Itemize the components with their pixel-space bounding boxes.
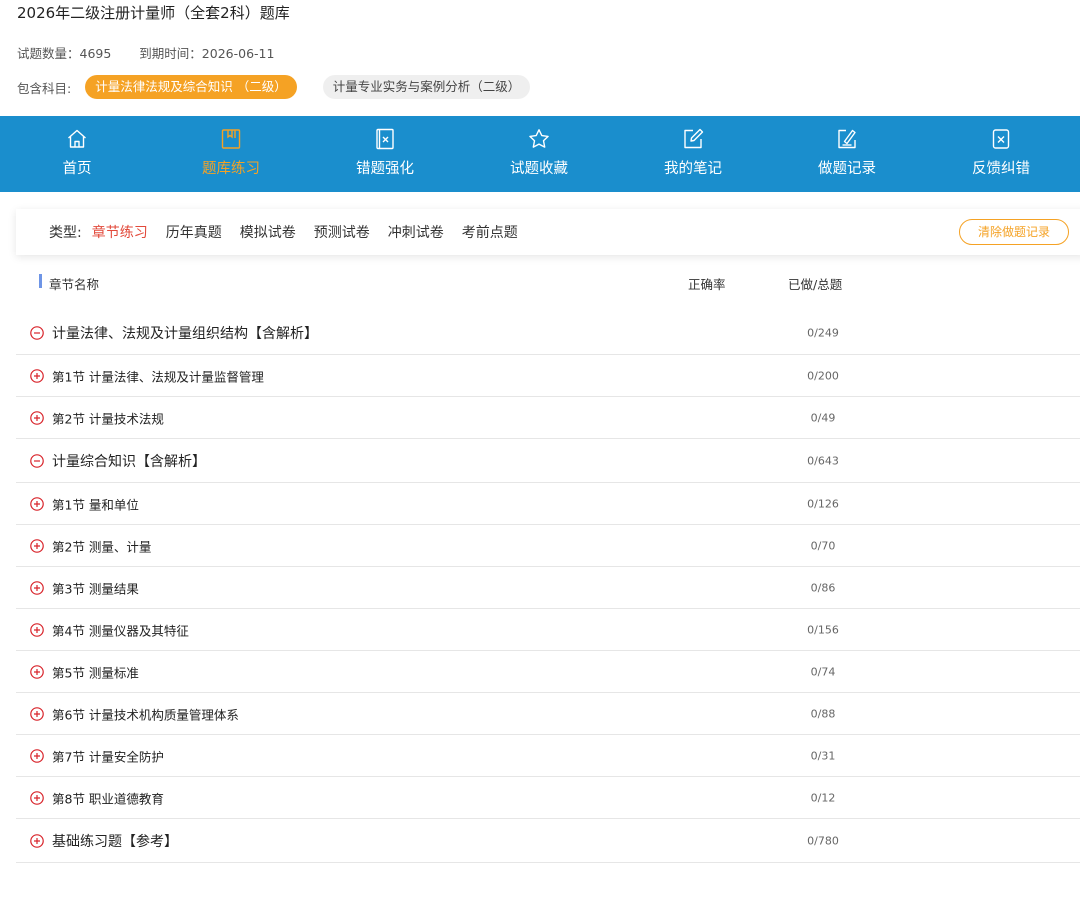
nav-favorites-label: 试题收藏: [510, 161, 568, 177]
section-row[interactable]: 第2节 测量、计量 0/70: [16, 525, 1080, 567]
done-total-count: 0/780: [807, 834, 839, 847]
home-icon: [68, 129, 86, 148]
section-name[interactable]: 第7节 计量安全防护: [52, 746, 164, 765]
type-filter-bar: 类型: 章节练习 历年真题 模拟试卷 预测试卷 冲刺试卷 考前点题 清除做题记录: [16, 209, 1080, 255]
record-icon: [838, 129, 856, 149]
done-total-count: 0/88: [810, 707, 836, 720]
section-row[interactable]: 第3节 测量结果 0/86: [16, 567, 1080, 609]
star-icon: [529, 129, 549, 148]
done-total-count: 0/74: [810, 665, 836, 678]
exam-meta: 试题数量：4695 到期时间：2026-06-11: [17, 43, 298, 62]
tab-past-exams[interactable]: 历年真题: [166, 222, 222, 242]
expand-plus-icon[interactable]: [30, 748, 44, 763]
done-total-count: 0/249: [807, 326, 839, 339]
section-row[interactable]: 第6节 计量技术机构质量管理体系 0/88: [16, 693, 1080, 735]
expand-plus-icon[interactable]: [30, 664, 44, 679]
subjects-label: 包含科目:: [17, 80, 72, 96]
section-row[interactable]: 第1节 量和单位 0/126: [16, 483, 1080, 525]
section-name[interactable]: 第4节 测量仪器及其特征: [52, 620, 189, 639]
expand-plus-icon[interactable]: [30, 706, 44, 721]
section-row[interactable]: 第8节 职业道德教育 0/12: [16, 777, 1080, 819]
chapter-list: 计量法律、法规及计量组织结构【含解析】 0/249 第1节 计量法律、法规及计量监督…: [0, 311, 1080, 863]
clear-records-button[interactable]: 清除做题记录: [958, 219, 1069, 245]
tab-sprint-papers[interactable]: 冲刺试卷: [388, 222, 444, 242]
expand-plus-icon[interactable]: [30, 410, 44, 425]
done-total-count: 0/12: [810, 791, 836, 804]
chapter-name[interactable]: 基础练习题【参考】: [52, 831, 178, 851]
nav-home-label: 首页: [62, 161, 92, 177]
nav-records[interactable]: 做题记录: [770, 116, 924, 192]
done-total-count: 0/126: [807, 497, 839, 510]
subject-selector: 包含科目: 计量法律法规及综合知识 （二级） 计量专业实务与案例分析（二级）: [17, 75, 556, 99]
column-chapter-name: 章节名称: [49, 277, 100, 292]
done-total-count: 0/70: [810, 539, 836, 552]
done-total-count: 0/156: [807, 623, 839, 636]
tab-mock-papers[interactable]: 模拟试卷: [240, 222, 296, 242]
subject-chip-law[interactable]: 计量法律法规及综合知识 （二级）: [85, 75, 297, 99]
chapter-row[interactable]: 计量综合知识【含解析】 0/643: [16, 439, 1080, 483]
section-row[interactable]: 第5节 测量标准 0/74: [16, 651, 1080, 693]
chapter-row[interactable]: 基础练习题【参考】 0/780: [16, 819, 1080, 863]
expiry-date: 到期时间：2026-06-11: [139, 46, 275, 61]
nav-notes-label: 我的笔记: [664, 161, 722, 177]
nav-question-bank-label: 题库练习: [202, 161, 260, 177]
tab-chapter-practice[interactable]: 章节练习: [92, 222, 148, 242]
header-accent-bar: [39, 274, 42, 288]
tab-pre-exam-points[interactable]: 考前点题: [462, 222, 518, 242]
nav-favorites[interactable]: 试题收藏: [462, 116, 616, 192]
collapse-minus-icon[interactable]: [30, 325, 44, 340]
collapse-minus-icon[interactable]: [30, 453, 44, 468]
column-done-total: 已做/总题: [788, 277, 843, 292]
chapter-name[interactable]: 计量法律、法规及计量组织结构【含解析】: [52, 323, 318, 343]
wrong-book-icon: [376, 128, 394, 150]
section-row[interactable]: 第2节 计量技术法规 0/49: [16, 397, 1080, 439]
nav-feedback-label: 反馈纠错: [972, 161, 1030, 177]
done-total-count: 0/86: [810, 581, 836, 594]
question-count: 试题数量：4695: [17, 46, 112, 61]
section-row[interactable]: 第1节 计量法律、法规及计量监督管理 0/200: [16, 355, 1080, 397]
section-row[interactable]: 第7节 计量安全防护 0/31: [16, 735, 1080, 777]
expand-plus-icon[interactable]: [30, 790, 44, 805]
done-total-count: 0/49: [810, 411, 836, 424]
bookmark-icon: [221, 129, 241, 149]
nav-wrong-questions-label: 错题强化: [356, 161, 414, 177]
section-name[interactable]: 第2节 计量技术法规: [52, 408, 164, 427]
section-name[interactable]: 第2节 测量、计量: [52, 536, 151, 555]
section-name[interactable]: 第6节 计量技术机构质量管理体系: [52, 704, 239, 723]
chapter-row[interactable]: 计量法律、法规及计量组织结构【含解析】 0/249: [16, 311, 1080, 355]
chapter-name[interactable]: 计量综合知识【含解析】: [52, 451, 206, 471]
done-total-count: 0/643: [807, 454, 839, 467]
edit-note-icon: [684, 128, 704, 149]
nav-question-bank[interactable]: 题库练习: [154, 116, 308, 192]
expand-plus-icon[interactable]: [30, 833, 44, 848]
tab-predicted-papers[interactable]: 预测试卷: [314, 222, 370, 242]
subject-chip-practice[interactable]: 计量专业实务与案例分析（二级）: [322, 75, 531, 99]
nav-notes[interactable]: 我的笔记: [616, 116, 770, 192]
section-row[interactable]: 第4节 测量仪器及其特征 0/156: [16, 609, 1080, 651]
nav-feedback[interactable]: 反馈纠错: [924, 116, 1078, 192]
expand-plus-icon[interactable]: [30, 538, 44, 553]
section-name[interactable]: 第1节 量和单位: [52, 494, 139, 513]
nav-wrong-questions[interactable]: 错题强化: [308, 116, 462, 192]
column-accuracy: 正确率: [688, 277, 726, 292]
section-name[interactable]: 第5节 测量标准: [52, 662, 139, 681]
feedback-icon: [992, 129, 1010, 149]
nav-home[interactable]: 首页: [0, 116, 154, 192]
expand-plus-icon[interactable]: [30, 368, 44, 383]
section-name[interactable]: 第3节 测量结果: [52, 578, 139, 597]
section-name[interactable]: 第1节 计量法律、法规及计量监督管理: [52, 366, 264, 385]
type-label: 类型:: [49, 225, 82, 241]
expand-plus-icon[interactable]: [30, 496, 44, 511]
section-name[interactable]: 第8节 职业道德教育: [52, 788, 164, 807]
nav-records-label: 做题记录: [818, 161, 876, 177]
page-title: 2026年二级注册计量师（全套2科）题库: [17, 4, 290, 22]
expand-plus-icon[interactable]: [30, 580, 44, 595]
done-total-count: 0/200: [807, 369, 839, 382]
main-nav: 首页 题库练习 错题强化 试题收藏 我的笔记 做题记录 反馈纠错: [0, 116, 1080, 192]
expand-plus-icon[interactable]: [30, 622, 44, 637]
table-header: 章节名称 正确率 已做/总题: [0, 270, 1080, 294]
done-total-count: 0/31: [810, 749, 836, 762]
